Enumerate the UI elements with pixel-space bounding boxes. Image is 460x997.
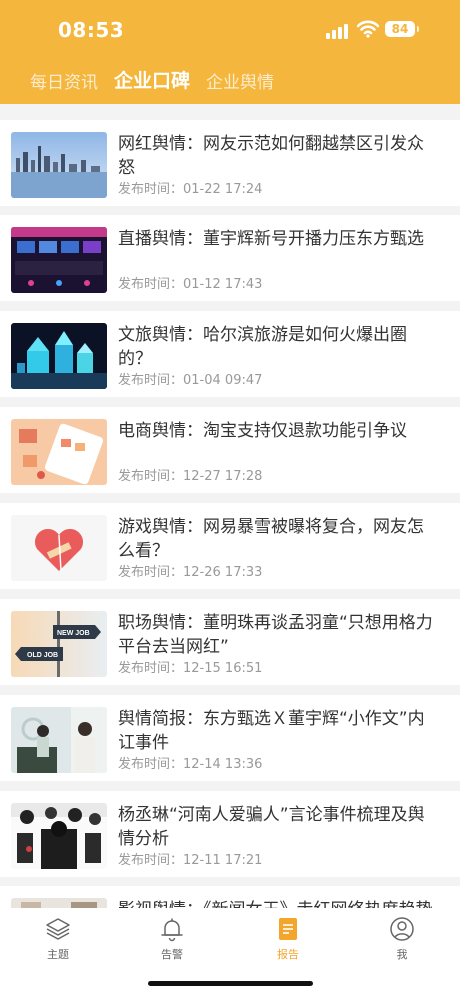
- tab-alerts-label: 告警: [161, 948, 183, 961]
- publish-label: 发布时间：: [118, 373, 184, 388]
- new-job-text: NEW JOB: [57, 630, 90, 637]
- tab-corporate-sentiment[interactable]: 企业舆情: [206, 68, 274, 93]
- tab-topics[interactable]: 主题: [18, 916, 98, 962]
- cellular-signal-icon: [326, 23, 350, 39]
- article-item[interactable]: NEW JOB OLD JOB 职场舆情：董明珠再谈孟羽童“只想用格力平台去当网…: [0, 599, 460, 685]
- status-bar: 08:53 84: [0, 0, 460, 60]
- article-thumbnail: [11, 515, 107, 581]
- article-item[interactable]: 杨丞琳“河南人爱骗人”言论事件梳理及舆情分析 发布时间：12-11 17:21: [0, 791, 460, 877]
- home-indicator: [148, 981, 313, 986]
- old-job-text: OLD JOB: [27, 652, 58, 659]
- publish-time: 12-26 17:33: [183, 565, 263, 580]
- publish-time: 01-04 09:47: [183, 373, 263, 388]
- article-item[interactable]: 舆情简报：东方甄选Ｘ董宇辉“小作文”内讧事件 发布时间：12-14 13:36: [0, 695, 460, 781]
- tab-topics-label: 主题: [47, 948, 69, 961]
- tab-reports-label: 报告: [277, 948, 299, 961]
- article-title: 电商舆情：淘宝支持仅退款功能引争议: [118, 421, 407, 441]
- publish-time: 01-12 17:43: [183, 277, 263, 292]
- publish-time: 12-14 13:36: [183, 757, 263, 772]
- publish-time: 01-22 17:24: [183, 182, 263, 197]
- tab-alerts[interactable]: 告警: [132, 916, 212, 962]
- tab-me-label: 我: [396, 948, 408, 961]
- battery-cap: [417, 26, 419, 32]
- publish-label: 发布时间：: [118, 757, 184, 772]
- article-thumbnail: [11, 323, 107, 389]
- article-title: 杨丞琳“河南人爱骗人”言论事件梳理及舆情分析: [118, 805, 425, 849]
- bell-icon: [161, 918, 183, 942]
- article-thumbnail: NEW JOB OLD JOB: [11, 611, 107, 677]
- article-title: 影视舆情：《新闻女王》走红网络热度趋势: [118, 898, 438, 908]
- article-title: 游戏舆情：网易暴雪被曝将复合，网友怎么看？: [118, 517, 424, 561]
- publish-time: 12-11 17:21: [183, 853, 263, 868]
- article-item[interactable]: 游戏舆情：网易暴雪被曝将复合，网友怎么看？ 发布时间：12-26 17:33: [0, 503, 460, 589]
- article-title: 网红舆情：网友示范如何翻越禁区引发众怒: [118, 134, 424, 178]
- publish-label: 发布时间：: [118, 853, 184, 868]
- article-item[interactable]: 影视舆情：《新闻女王》走红网络热度趋势: [0, 886, 460, 908]
- publish-label: 发布时间：: [118, 277, 184, 292]
- article-item[interactable]: 直播舆情：董宇辉新号开播力压东方甄选 发布时间：01-12 17:43: [0, 215, 460, 301]
- article-item[interactable]: 网红舆情：网友示范如何翻越禁区引发众怒 发布时间：01-22 17:24: [0, 120, 460, 206]
- article-meta: 发布时间：01-12 17:43: [118, 273, 262, 292]
- publish-label: 发布时间：: [118, 469, 184, 484]
- user-icon: [390, 917, 414, 941]
- status-time: 08:53: [58, 18, 125, 42]
- publish-label: 发布时间：: [118, 661, 184, 676]
- article-thumbnail: [11, 707, 107, 773]
- article-item[interactable]: 电商舆情：淘宝支持仅退款功能引争议 发布时间：12-27 17:28: [0, 407, 460, 493]
- article-thumbnail: [11, 227, 107, 293]
- article-meta: 发布时间：12-26 17:33: [118, 561, 262, 580]
- report-icon: [279, 918, 297, 940]
- layers-icon: [46, 918, 70, 940]
- article-thumbnail: [11, 898, 107, 908]
- article-thumbnail: [11, 419, 107, 485]
- publish-time: 12-27 17:28: [183, 469, 263, 484]
- article-thumbnail: [11, 803, 107, 869]
- publish-time: 12-15 16:51: [183, 661, 263, 676]
- top-tabs: 每日资讯 企业口碑 企业舆情: [0, 68, 460, 96]
- article-meta: 发布时间：12-15 16:51: [118, 657, 262, 676]
- tab-daily-news[interactable]: 每日资讯: [30, 68, 98, 93]
- battery-icon: 84: [385, 21, 415, 37]
- tab-me[interactable]: 我: [362, 916, 442, 962]
- wifi-icon: [357, 20, 379, 38]
- article-thumbnail: [11, 132, 107, 198]
- tab-reports[interactable]: 报告: [248, 916, 328, 962]
- publish-label: 发布时间：: [118, 182, 184, 197]
- article-title: 文旅舆情：哈尔滨旅游是如何火爆出圈的？: [118, 325, 407, 369]
- article-meta: 发布时间：01-04 09:47: [118, 369, 262, 388]
- tab-corporate-reputation[interactable]: 企业口碑: [114, 66, 190, 93]
- publish-label: 发布时间：: [118, 565, 184, 580]
- article-title: 职场舆情：董明珠再谈孟羽童“只想用格力平台去当网红”: [118, 613, 433, 657]
- article-item[interactable]: 文旅舆情：哈尔滨旅游是如何火爆出圈的？ 发布时间：01-04 09:47: [0, 311, 460, 397]
- article-title: 直播舆情：董宇辉新号开播力压东方甄选: [118, 229, 424, 249]
- article-meta: 发布时间：12-27 17:28: [118, 465, 262, 484]
- article-meta: 发布时间：01-22 17:24: [118, 178, 262, 197]
- article-title: 舆情简报：东方甄选Ｘ董宇辉“小作文”内讧事件: [118, 709, 425, 753]
- article-meta: 发布时间：12-11 17:21: [118, 849, 262, 868]
- header-bar: 08:53 84 每日资讯 企业口碑 企业舆情: [0, 0, 460, 104]
- article-list: 网红舆情：网友示范如何翻越禁区引发众怒 发布时间：01-22 17:24 直播舆…: [0, 104, 460, 908]
- article-meta: 发布时间：12-14 13:36: [118, 753, 262, 772]
